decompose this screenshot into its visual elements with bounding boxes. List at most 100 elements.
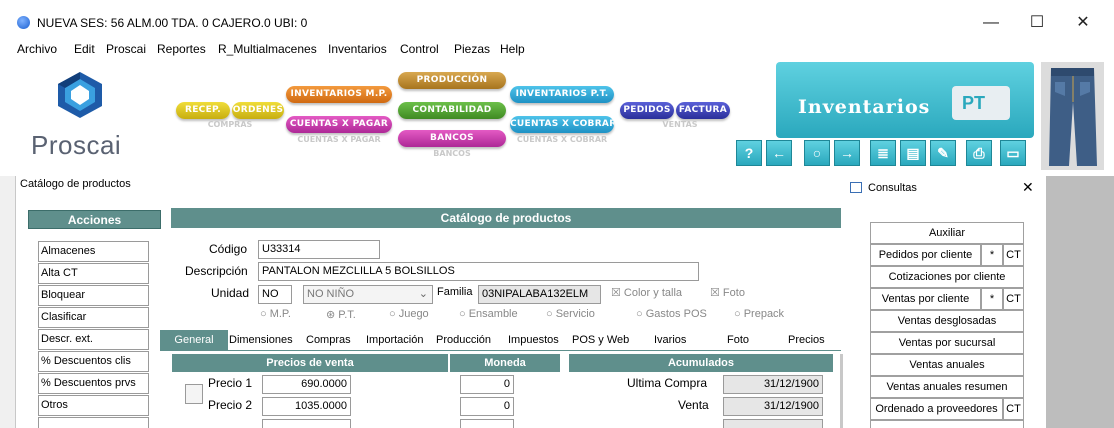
- ultima-compra-label: Ultima Compra: [627, 376, 708, 390]
- maximize-button[interactable]: ☐: [1014, 10, 1060, 36]
- descripcion-input[interactable]: PANTALON MEZCLILLA 5 BOLSILLOS: [258, 262, 699, 281]
- tab-precios[interactable]: Precios: [788, 331, 825, 349]
- action-bloquear[interactable]: Bloquear: [38, 285, 149, 306]
- pedidos-button[interactable]: PEDIDOS: [620, 102, 674, 119]
- menu-r-multialmacenes[interactable]: R_Multialmacenes: [218, 42, 317, 56]
- window-title: NUEVA SES: 56 ALM.00 TDA. 0 CAJERO.0 UBI…: [37, 16, 308, 30]
- consultas-close-icon[interactable]: ✕: [1022, 179, 1034, 196]
- help-icon[interactable]: ?: [736, 140, 762, 166]
- tab-pos-web[interactable]: POS y Web: [572, 331, 629, 349]
- radio-servicio[interactable]: ○ Servicio: [546, 308, 595, 320]
- window-icon[interactable]: ▭: [1000, 140, 1026, 166]
- precio1-input[interactable]: 690.0000: [262, 375, 351, 394]
- unidad-input[interactable]: NO: [258, 285, 292, 304]
- precio-checkbox[interactable]: [185, 384, 203, 404]
- consulta-ordenado-a-proveedores[interactable]: Ordenado a proveedores: [870, 398, 1003, 420]
- minimize-button[interactable]: —: [968, 10, 1014, 36]
- price-tag-icon: PT: [952, 86, 1010, 120]
- list-icon[interactable]: ≣: [870, 140, 896, 166]
- produccion-button[interactable]: PRODUCCIÓN: [398, 72, 506, 89]
- catalog-window-title: Catálogo de productos: [20, 178, 131, 190]
- action-otros[interactable]: Otros: [38, 395, 149, 416]
- tab-divider: [160, 350, 841, 351]
- tab-compras[interactable]: Compras: [306, 331, 351, 349]
- moneda2-input[interactable]: 0: [460, 397, 514, 416]
- familia-input[interactable]: 03NIPALABA132ELM: [478, 285, 601, 304]
- compras-reflection: COMPRAS: [207, 121, 253, 129]
- action-alta-ct[interactable]: Alta CT: [38, 263, 149, 284]
- menu-control[interactable]: Control: [400, 42, 439, 56]
- radio-pt-label: P.T.: [338, 309, 356, 321]
- right-background-pane: [1046, 176, 1114, 428]
- moneda3-input-partial[interactable]: [460, 419, 514, 428]
- consulta-ordenado-ct[interactable]: CT: [1003, 398, 1024, 420]
- consulta-ventas-desglosadas[interactable]: Ventas desglosadas: [870, 310, 1024, 332]
- unidad-select[interactable]: NO NIÑO ⌄: [303, 285, 433, 304]
- bancos-button[interactable]: BANCOS: [398, 130, 506, 147]
- search-icon[interactable]: ○: [804, 140, 830, 166]
- tab-dimensiones[interactable]: Dimensiones: [229, 331, 293, 349]
- tab-importacion[interactable]: Importación: [366, 331, 423, 349]
- tab-general[interactable]: General: [160, 330, 228, 350]
- contabilidad-button[interactable]: CONTABILIDAD: [398, 102, 506, 119]
- radio-pt[interactable]: ⊛ P.T.: [326, 308, 356, 321]
- menu-piezas[interactable]: Piezas: [454, 42, 490, 56]
- foto-checkbox[interactable]: ☒ Foto: [710, 286, 745, 299]
- menu-proscai[interactable]: Proscai: [106, 42, 146, 56]
- precio2-input[interactable]: 1035.0000: [262, 397, 351, 416]
- close-button[interactable]: ✕: [1060, 10, 1106, 36]
- precio3-input-partial[interactable]: [262, 419, 351, 428]
- inventarios-pt-button[interactable]: INVENTARIOS P.T.: [510, 86, 614, 103]
- action-almacenes[interactable]: Almacenes: [38, 241, 149, 262]
- consulta-pedidos-ct[interactable]: CT: [1003, 244, 1024, 266]
- inventarios-mp-button[interactable]: INVENTARIOS M.P.: [286, 86, 392, 103]
- consulta-pedidos-por-cliente[interactable]: Pedidos por cliente: [870, 244, 981, 266]
- consulta-cotizaciones-por-cliente[interactable]: Cotizaciones por cliente: [870, 266, 1024, 288]
- tab-produccion[interactable]: Producción: [436, 331, 491, 349]
- consulta-ventas-anuales-resumen[interactable]: Ventas anuales resumen: [870, 376, 1024, 398]
- print-icon[interactable]: ⎙: [966, 140, 992, 166]
- action-descuentos-prvs[interactable]: % Descuentos prvs: [38, 373, 149, 394]
- menu-edit[interactable]: Edit: [74, 42, 95, 56]
- radio-juego[interactable]: ○ Juego: [389, 308, 429, 320]
- menu-inventarios[interactable]: Inventarios: [328, 42, 387, 56]
- radio-prepack-label: Prepack: [743, 308, 785, 320]
- cuentas-x-pagar-button[interactable]: CUENTAS X PAGAR: [286, 116, 392, 133]
- consulta-ventas-star[interactable]: *: [981, 288, 1003, 310]
- tab-impuestos[interactable]: Impuestos: [508, 331, 559, 349]
- radio-prepack[interactable]: ○ Prepack: [734, 308, 784, 320]
- consulta-ventas-por-sucursal[interactable]: Ventas por sucursal: [870, 332, 1024, 354]
- action-next-partial[interactable]: [38, 417, 149, 428]
- consulta-ventas-por-cliente[interactable]: Ventas por cliente: [870, 288, 981, 310]
- consulta-next-partial[interactable]: [870, 420, 1024, 428]
- proscai-logo-text: Proscai: [31, 130, 122, 160]
- menu-archivo[interactable]: Archivo: [17, 42, 57, 56]
- consulta-ventas-ct[interactable]: CT: [1003, 288, 1024, 310]
- ordenes-button[interactable]: ORDENES: [232, 102, 284, 119]
- color-talla-checkbox[interactable]: ☒ Color y talla: [611, 286, 682, 299]
- action-descuentos-clis[interactable]: % Descuentos clis: [38, 351, 149, 372]
- arrow-left-icon[interactable]: ←: [766, 140, 792, 166]
- factura-button[interactable]: FACTURA: [676, 102, 730, 119]
- recep-button[interactable]: RECEP.: [176, 102, 230, 119]
- write-icon[interactable]: ✎: [930, 140, 956, 166]
- consulta-auxiliar[interactable]: Auxiliar: [870, 222, 1024, 244]
- radio-gastos-pos[interactable]: ○ Gastos POS: [636, 308, 707, 320]
- radio-ensamble[interactable]: ○ Ensamble: [459, 308, 518, 320]
- catalog-scrollbar[interactable]: [840, 354, 843, 428]
- consulta-ventas-anuales[interactable]: Ventas anuales: [870, 354, 1024, 376]
- radio-mp[interactable]: ○ M.P.: [260, 308, 291, 320]
- edit-doc-icon[interactable]: ▤: [900, 140, 926, 166]
- tab-foto[interactable]: Foto: [727, 331, 749, 349]
- unidad-select-value: NO NIÑO: [307, 288, 355, 300]
- menu-help[interactable]: Help: [500, 42, 525, 56]
- consulta-pedidos-star[interactable]: *: [981, 244, 1003, 266]
- cuentas-x-cobrar-button[interactable]: CUENTAS X COBRAR: [510, 116, 614, 133]
- menu-reportes[interactable]: Reportes: [157, 42, 206, 56]
- codigo-input[interactable]: U33314: [258, 240, 380, 259]
- action-descr-ext[interactable]: Descr. ext.: [38, 329, 149, 350]
- tab-ivarios[interactable]: Ivarios: [654, 331, 686, 349]
- arrow-right-icon[interactable]: →: [834, 140, 860, 166]
- action-clasificar[interactable]: Clasificar: [38, 307, 149, 328]
- moneda1-input[interactable]: 0: [460, 375, 514, 394]
